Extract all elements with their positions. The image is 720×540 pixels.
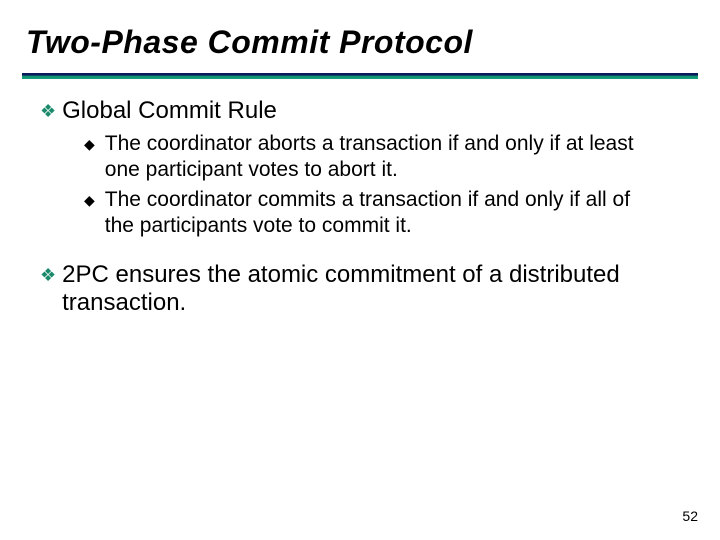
subitems: ◆ The coordinator aborts a transaction i…	[84, 131, 680, 239]
diamond-bullet-icon: ❖	[40, 261, 56, 289]
section-heading: 2PC ensures the atomic commitment of a d…	[62, 261, 680, 317]
list-item-text: The coordinator commits a transaction if…	[105, 187, 680, 239]
section-1: ❖ Global Commit Rule ◆ The coordinator a…	[40, 97, 680, 239]
heading-row: ❖ Global Commit Rule	[40, 97, 680, 125]
heading-row: ❖ 2PC ensures the atomic commitment of a…	[40, 261, 680, 317]
slide-title: Two-Phase Commit Protocol	[0, 0, 720, 69]
list-item: ◆ The coordinator aborts a transaction i…	[84, 131, 680, 183]
square-bullet-icon: ◆	[84, 131, 95, 157]
slide: Two-Phase Commit Protocol ❖ Global Commi…	[0, 0, 720, 540]
square-bullet-icon: ◆	[84, 187, 95, 213]
list-item: ◆ The coordinator commits a transaction …	[84, 187, 680, 239]
list-item-text: The coordinator aborts a transaction if …	[105, 131, 680, 183]
section-2: ❖ 2PC ensures the atomic commitment of a…	[40, 261, 680, 317]
title-divider	[22, 73, 698, 79]
slide-content: ❖ Global Commit Rule ◆ The coordinator a…	[0, 97, 720, 317]
section-heading: Global Commit Rule	[62, 97, 277, 125]
page-number: 52	[682, 508, 698, 524]
diamond-bullet-icon: ❖	[40, 97, 56, 125]
